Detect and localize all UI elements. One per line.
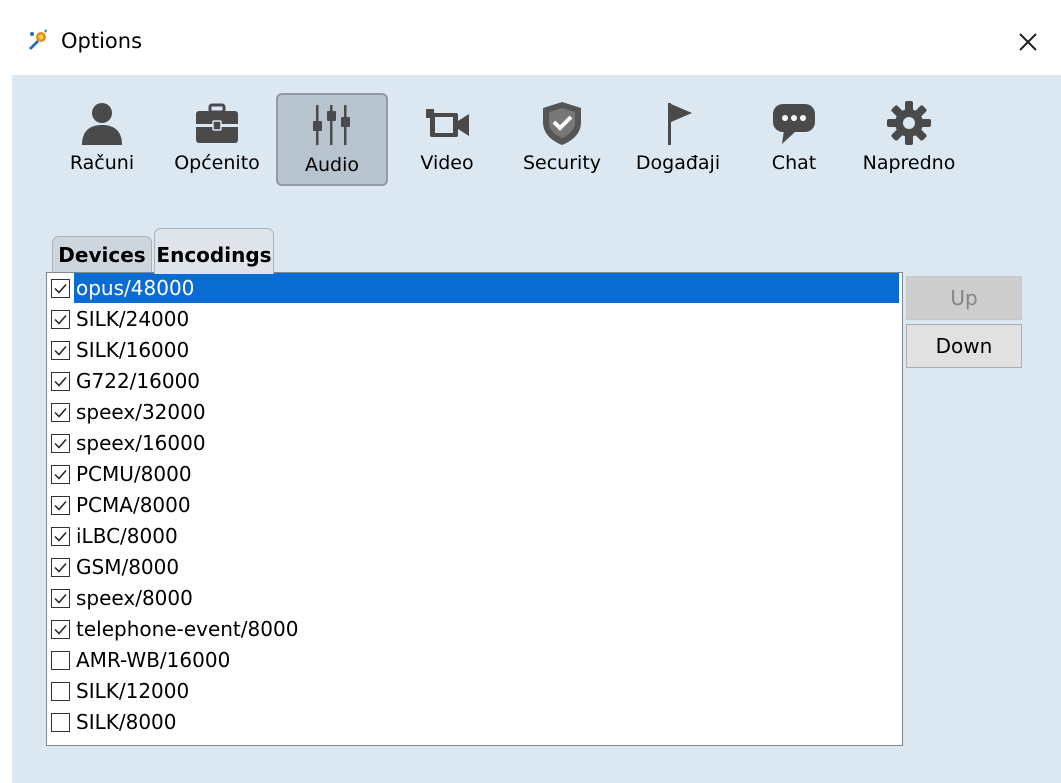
encoding-label: SILK/12000 xyxy=(76,679,190,703)
encoding-label: G722/16000 xyxy=(76,369,201,393)
encoding-label: AMR-WB/16000 xyxy=(76,648,231,672)
toolbar-label: Općenito xyxy=(174,152,260,174)
list-item[interactable]: PCMA/8000 xyxy=(47,490,902,521)
list-item[interactable]: SILK/24000 xyxy=(47,304,902,335)
encoding-label: SILK/24000 xyxy=(76,307,190,331)
toolbar-label: Security xyxy=(522,152,602,174)
toolbar-label: Audio xyxy=(304,154,359,176)
toolbar-label: Video xyxy=(420,152,474,174)
encoding-label: telephone-event/8000 xyxy=(76,617,299,641)
encoding-checkbox[interactable] xyxy=(51,465,70,484)
shield-icon xyxy=(538,99,586,147)
tab-encodings[interactable]: Encodings xyxy=(154,228,274,274)
encoding-checkbox[interactable] xyxy=(51,310,70,329)
toolbar-item-audio[interactable]: Audio xyxy=(276,93,388,186)
encoding-label: iLBC/8000 xyxy=(76,524,178,548)
encoding-label: PCMU/8000 xyxy=(76,462,192,486)
toolbar-label: Chat xyxy=(771,152,817,174)
sliders-icon xyxy=(308,101,356,149)
gear-icon xyxy=(885,99,933,147)
encoding-checkbox[interactable] xyxy=(51,651,70,670)
encoding-label: speex/16000 xyxy=(76,431,206,455)
encoding-checkbox[interactable] xyxy=(51,620,70,639)
encoding-checkbox[interactable] xyxy=(51,713,70,732)
title-bar: Options xyxy=(0,0,1061,75)
flag-icon xyxy=(654,99,702,147)
list-item[interactable]: opus/48000 xyxy=(47,273,902,304)
encodings-list[interactable]: opus/48000 SILK/24000 SILK/16000 G722/16000… xyxy=(46,272,903,746)
video-camera-icon xyxy=(423,99,471,147)
briefcase-icon xyxy=(193,99,241,147)
toolbar-item-chat[interactable]: Chat xyxy=(738,93,850,186)
close-icon[interactable] xyxy=(1010,24,1046,60)
encoding-checkbox[interactable] xyxy=(51,558,70,577)
list-item[interactable]: speex/16000 xyxy=(47,428,902,459)
encoding-checkbox[interactable] xyxy=(51,341,70,360)
toolbar-item-napredno[interactable]: Napredno xyxy=(853,93,965,186)
app-icon xyxy=(26,28,50,52)
encoding-checkbox[interactable] xyxy=(51,434,70,453)
list-item[interactable]: GSM/8000 xyxy=(47,552,902,583)
tab-devices[interactable]: Devices xyxy=(52,236,152,272)
list-item[interactable]: PCMU/8000 xyxy=(47,459,902,490)
encoding-checkbox[interactable] xyxy=(51,589,70,608)
encoding-checkbox[interactable] xyxy=(51,279,70,298)
list-item[interactable]: speex/8000 xyxy=(47,583,902,614)
user-icon xyxy=(78,99,126,147)
toolbar-label: Događaji xyxy=(635,152,721,174)
encoding-label: SILK/16000 xyxy=(76,338,190,362)
toolbar-label: Napredno xyxy=(862,152,956,174)
encoding-label: SILK/8000 xyxy=(76,710,177,734)
chat-bubble-icon xyxy=(770,99,818,147)
list-item[interactable]: iLBC/8000 xyxy=(47,521,902,552)
list-item[interactable]: speex/32000 xyxy=(47,397,902,428)
encoding-label: PCMA/8000 xyxy=(76,493,191,517)
toolbar-item-opcenito[interactable]: Općenito xyxy=(161,93,273,186)
encoding-label: GSM/8000 xyxy=(76,555,180,579)
toolbar-item-security[interactable]: Security xyxy=(506,93,618,186)
toolbar-label: Računi xyxy=(69,152,135,174)
encoding-checkbox[interactable] xyxy=(51,403,70,422)
list-item[interactable]: SILK/12000 xyxy=(47,676,902,707)
list-item[interactable]: SILK/16000 xyxy=(47,335,902,366)
list-item[interactable]: AMR-WB/16000 xyxy=(47,645,902,676)
list-item[interactable]: G722/16000 xyxy=(47,366,902,397)
encoding-label: speex/32000 xyxy=(76,400,206,424)
toolbar-item-racuni[interactable]: Računi xyxy=(46,93,158,186)
encoding-label: opus/48000 xyxy=(74,273,899,303)
encoding-checkbox[interactable] xyxy=(51,372,70,391)
list-item[interactable]: SILK/8000 xyxy=(47,707,902,738)
toolbar-item-dogadaji[interactable]: Događaji xyxy=(622,93,734,186)
encoding-checkbox[interactable] xyxy=(51,496,70,515)
toolbar-item-video[interactable]: Video xyxy=(391,93,503,186)
window-title: Options xyxy=(61,29,143,53)
down-button[interactable]: Down xyxy=(906,324,1022,368)
encoding-checkbox[interactable] xyxy=(51,682,70,701)
up-button[interactable]: Up xyxy=(906,276,1022,320)
list-item[interactable]: telephone-event/8000 xyxy=(47,614,902,645)
encoding-label: speex/8000 xyxy=(76,586,193,610)
encoding-checkbox[interactable] xyxy=(51,527,70,546)
